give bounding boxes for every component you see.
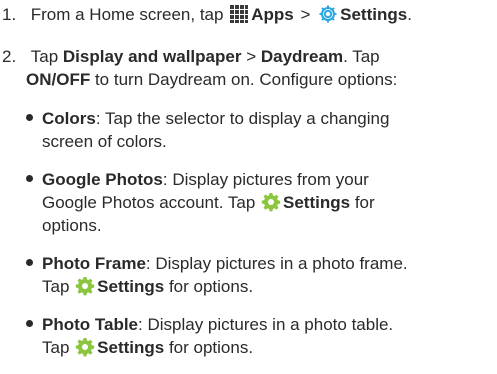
step-2-rest: to turn Daydream on. Configure options: — [94, 70, 398, 89]
period: . — [407, 5, 412, 24]
option-desc-cont: Google Photos account. Tap — [42, 193, 256, 212]
display-wallpaper-label: Display and wallpaper — [62, 47, 242, 66]
settings-label: Settings — [97, 338, 165, 357]
step-1: 1. From a Home screen, tap Apps > Settin… — [2, 2, 412, 27]
option-desc-end: for options. — [168, 277, 254, 296]
tap-word: Tap — [30, 47, 59, 66]
settings-label: Settings — [97, 277, 165, 296]
option-name: Photo Table — [42, 315, 139, 334]
tap-word: Tap — [42, 277, 70, 296]
option-name: Colors — [42, 109, 96, 128]
separator: > — [300, 5, 311, 24]
option-google-photos: Google Photos: Display pictures from you… — [26, 167, 369, 192]
gear-icon — [75, 338, 95, 357]
settings-label: Settings — [283, 193, 351, 212]
instructions-page: 1. From a Home screen, tap Apps > Settin… — [0, 0, 497, 374]
option-name: Google Photos — [42, 170, 163, 189]
option-photo-table: Photo Table: Display pictures in a photo… — [26, 312, 393, 337]
option-desc: : Display pictures in a photo frame. — [145, 254, 408, 273]
step-1-prefix: From a Home screen, tap — [30, 5, 224, 24]
option-desc: : Display pictures from your — [162, 170, 369, 189]
option-desc: : Tap the selector to display a changing — [95, 109, 390, 128]
bullet-icon — [26, 175, 33, 182]
option-desc: : Display pictures in a photo table. — [138, 315, 394, 334]
option-photo-frame-line-2: Tap Settings for options. — [42, 274, 253, 299]
step-number: 1. — [2, 5, 17, 24]
option-desc-end: for options. — [168, 338, 254, 357]
step-2-line-2: ON/OFF to turn Daydream on. Configure op… — [26, 67, 397, 92]
option-desc-end: for — [354, 193, 375, 212]
option-colors-line-2: screen of colors. — [42, 129, 167, 154]
separator: > — [246, 47, 257, 66]
step-number: 2. — [2, 47, 17, 66]
option-google-photos-line-2: Google Photos account. Tap Settings for — [42, 190, 375, 215]
option-name: Photo Frame — [42, 254, 146, 273]
tap-word: Tap — [42, 338, 70, 357]
bullet-icon — [26, 114, 33, 121]
option-colors: Colors: Tap the selector to display a ch… — [26, 106, 389, 131]
option-google-photos-line-3: options. — [42, 213, 102, 238]
period-tap: . Tap — [343, 47, 380, 66]
gear-icon — [261, 193, 281, 212]
daydream-label: Daydream — [260, 47, 344, 66]
apps-label: Apps — [251, 5, 294, 24]
bullet-icon — [26, 259, 33, 266]
apps-grid-icon — [230, 5, 249, 23]
settings-gear-icon — [319, 5, 337, 23]
onoff-label: ON/OFF — [26, 70, 91, 89]
option-desc-cont: options. — [42, 216, 102, 235]
option-desc-cont: screen of colors. — [42, 132, 167, 151]
step-2-line-1: 2. Tap Display and wallpaper > Daydream.… — [2, 44, 380, 69]
gear-icon — [75, 277, 95, 296]
settings-label: Settings — [340, 5, 408, 24]
option-photo-table-line-2: Tap Settings for options. — [42, 335, 253, 360]
bullet-icon — [26, 320, 33, 327]
option-photo-frame: Photo Frame: Display pictures in a photo… — [26, 251, 408, 276]
